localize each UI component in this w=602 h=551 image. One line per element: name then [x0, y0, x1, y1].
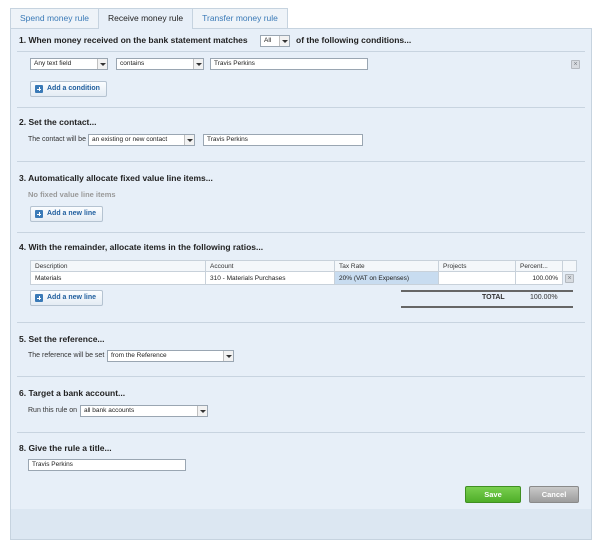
divider: [17, 432, 585, 433]
section-1-heading-pre: 1. When money received on the bank state…: [19, 35, 248, 45]
divider: [17, 376, 585, 377]
cell-percent[interactable]: 100.00%: [515, 271, 563, 285]
reference-value: from the Reference: [111, 352, 167, 359]
bank-account-select[interactable]: all bank accounts: [80, 405, 208, 417]
rule-title-input[interactable]: Travis Perkins: [28, 459, 186, 471]
divider: [17, 51, 585, 52]
reference-select[interactable]: from the Reference: [107, 350, 234, 362]
cell-description[interactable]: Materials: [30, 271, 206, 285]
tab-receive-money-rule[interactable]: Receive money rule: [98, 8, 194, 29]
chevron-down-icon: [97, 59, 107, 69]
chevron-down-icon: [279, 36, 289, 46]
condition-operator-value: contains: [120, 60, 145, 67]
total-value: 100.00%: [530, 294, 558, 301]
divider: [17, 161, 585, 162]
section-2-heading: 2. Set the contact...: [19, 117, 97, 127]
cell-projects[interactable]: [438, 271, 516, 285]
condition-field-value: Any text field: [34, 60, 72, 67]
section-1-heading: 1. When money received on the bank state…: [19, 35, 248, 45]
chevron-down-icon: [223, 351, 233, 361]
no-fixed-items-text: No fixed value line items: [28, 190, 116, 199]
contact-type-value: an existing or new contact: [92, 136, 168, 143]
match-all-select[interactable]: All: [260, 35, 290, 47]
total-top-rule: [401, 290, 573, 292]
column-header-account: Account: [205, 260, 335, 272]
plus-icon: [35, 210, 43, 218]
table-row: Materials 310 - Materials Purchases 20% …: [30, 271, 577, 285]
rule-editor-panel: 1. When money received on the bank state…: [10, 28, 592, 540]
cell-tax-rate[interactable]: 20% (VAT on Expenses): [334, 271, 439, 285]
chevron-down-icon: [197, 406, 207, 416]
bank-account-label: Run this rule on: [28, 407, 78, 414]
plus-icon: [35, 85, 43, 93]
section-4-heading: 4. With the remainder, allocate items in…: [19, 242, 264, 252]
section-1-heading-post: of the following conditions...: [296, 35, 412, 45]
remove-line-icon[interactable]: ×: [565, 274, 574, 283]
chevron-down-icon: [193, 59, 203, 69]
contact-input[interactable]: Travis Perkins: [203, 134, 363, 146]
chevron-down-icon: [184, 135, 194, 145]
tab-spend-money-rule[interactable]: Spend money rule: [10, 8, 99, 28]
rule-tabs: Spend money rule Receive money rule Tran…: [10, 8, 288, 29]
bank-account-value: all bank accounts: [84, 407, 135, 414]
column-header-projects: Projects: [438, 260, 516, 272]
column-header-tax-rate: Tax Rate: [334, 260, 439, 272]
divider: [17, 107, 585, 108]
reference-label: The reference will be set: [28, 352, 105, 359]
save-button[interactable]: Save: [465, 486, 521, 503]
condition-value-input[interactable]: Travis Perkins: [210, 58, 368, 70]
tab-transfer-money-rule[interactable]: Transfer money rule: [192, 8, 288, 28]
add-fixed-line-button[interactable]: Add a new line: [30, 206, 104, 222]
add-ratio-line-button[interactable]: Add a new line: [30, 290, 104, 306]
divider: [17, 322, 585, 323]
contact-type-select[interactable]: an existing or new contact: [88, 134, 195, 146]
add-ratio-line-label: Add a new line: [47, 294, 97, 301]
footer-bar: [11, 509, 591, 539]
section-6-heading: 6. Target a bank account...: [19, 388, 126, 398]
plus-icon: [35, 294, 43, 302]
cell-account[interactable]: 310 - Materials Purchases: [205, 271, 335, 285]
remove-condition-icon[interactable]: ×: [571, 60, 580, 69]
section-5-heading: 5. Set the reference...: [19, 334, 105, 344]
total-label: TOTAL: [482, 294, 505, 301]
table-header-row: Description Account Tax Rate Projects Pe…: [30, 260, 577, 272]
column-header-actions: [562, 260, 577, 272]
condition-operator-select[interactable]: contains: [116, 58, 204, 70]
cancel-button[interactable]: Cancel: [529, 486, 579, 503]
allocation-table: Description Account Tax Rate Projects Pe…: [30, 260, 577, 285]
add-condition-button[interactable]: Add a condition: [30, 81, 107, 97]
column-header-description: Description: [30, 260, 206, 272]
section-8-heading: 8. Give the rule a title...: [19, 443, 112, 453]
add-fixed-line-label: Add a new line: [47, 210, 97, 217]
cell-remove: ×: [562, 271, 577, 285]
column-header-percent: Percent...: [515, 260, 563, 272]
divider: [17, 232, 585, 233]
section-3-heading: 3. Automatically allocate fixed value li…: [19, 173, 213, 183]
total-bottom-rule: [401, 306, 573, 308]
condition-field-select[interactable]: Any text field: [30, 58, 108, 70]
add-condition-label: Add a condition: [47, 85, 100, 92]
contact-label: The contact will be: [28, 136, 86, 143]
match-all-value: All: [264, 37, 272, 44]
